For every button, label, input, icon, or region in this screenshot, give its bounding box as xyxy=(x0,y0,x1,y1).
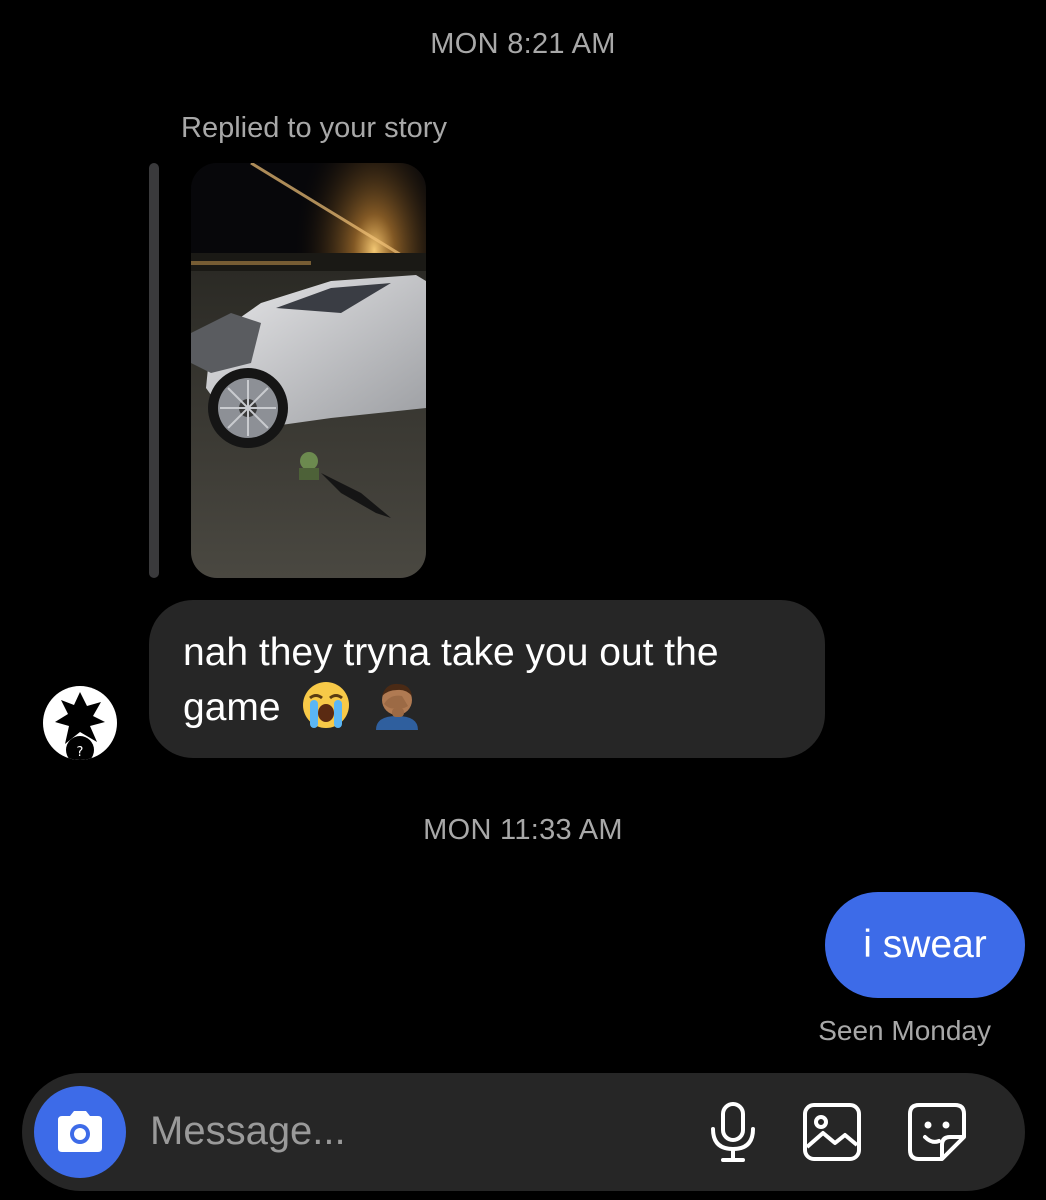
reply-quote-bar xyxy=(149,163,159,578)
microphone-icon[interactable] xyxy=(702,1101,764,1163)
outgoing-message-text: i swear xyxy=(863,923,987,966)
gallery-icon[interactable] xyxy=(801,1101,863,1163)
wrecked-car-photo xyxy=(191,163,426,578)
incoming-message-bubble[interactable]: nah they tryna take you out the game xyxy=(149,600,825,758)
seen-status: Seen Monday xyxy=(818,1015,991,1046)
sender-avatar[interactable]: ? xyxy=(43,686,117,760)
timestamp-divider: MON 11:33 AM xyxy=(423,814,623,846)
incoming-message-text: nah they tryna take you out the game xyxy=(183,631,719,729)
message-input[interactable] xyxy=(150,1103,670,1159)
person-facepalming-emoji xyxy=(376,683,419,730)
story-reply-label: Replied to your story xyxy=(181,112,447,144)
outgoing-message-bubble[interactable]: i swear xyxy=(825,892,1025,998)
camera-icon xyxy=(58,1111,102,1152)
timestamp-divider: MON 8:21 AM xyxy=(430,28,616,60)
sticker-icon[interactable] xyxy=(906,1101,968,1163)
dm-thread-screen: MON 8:21 AM Replied to your story ? nah … xyxy=(0,0,1046,1200)
message-composer xyxy=(22,1073,1025,1191)
loudly-crying-face-emoji xyxy=(303,682,350,728)
story-thumbnail[interactable] xyxy=(191,163,426,578)
camera-button[interactable] xyxy=(34,1086,126,1178)
svg-text:?: ? xyxy=(77,745,84,760)
avatar-silhouette-icon: ? xyxy=(55,692,105,760)
